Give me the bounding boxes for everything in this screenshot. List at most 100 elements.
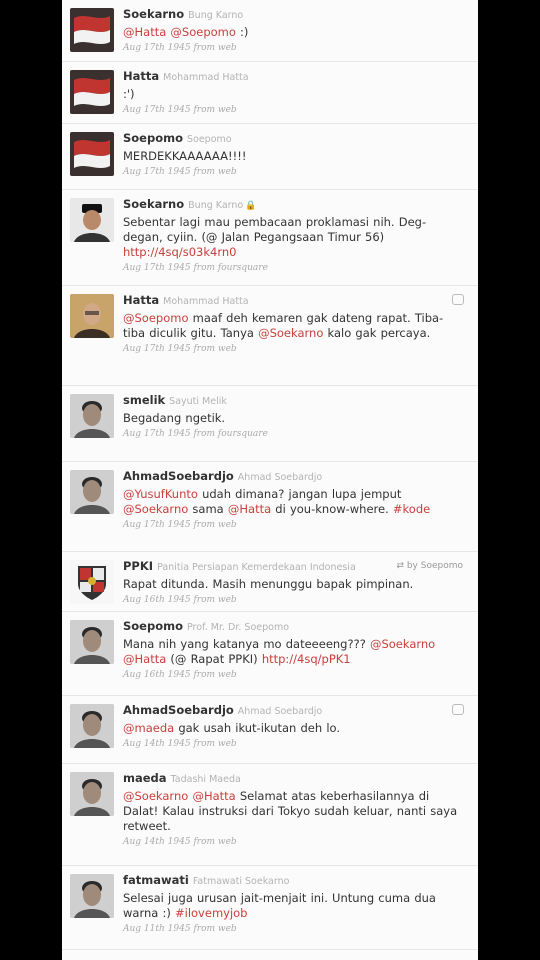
screen-name-link[interactable]: Soepomo: [123, 131, 183, 145]
tweet-item[interactable]: smelik Sayuti Melik Begadang ngetik. Aug 17…: [62, 386, 478, 462]
avatar[interactable]: [70, 294, 114, 338]
tweet-timestamp-link[interactable]: Aug 14th 1945: [123, 739, 191, 749]
tweet-timestamp-link[interactable]: Aug 17th 1945: [123, 43, 191, 53]
full-name: Fatmawati Soekarno: [192, 876, 290, 887]
mention-link[interactable]: @Soekarno: [123, 789, 188, 803]
screen-name-link[interactable]: Soekarno: [123, 197, 184, 211]
tweet-item[interactable]: Soepomo Prof. Mr. Dr. Soepomo Mana nih yan…: [62, 612, 478, 696]
screen-name-link[interactable]: AhmadSoebardjo: [123, 469, 234, 483]
source-link[interactable]: web: [218, 924, 237, 934]
avatar[interactable]: [70, 874, 114, 918]
reply-bubble-icon[interactable]: [452, 704, 464, 715]
tweet-text-segment: Begadang ngetik.: [123, 411, 226, 425]
source-link[interactable]: web: [218, 105, 237, 115]
tweet-meta: Aug 17th 1945 from web: [123, 342, 463, 356]
tweet-timestamp-link[interactable]: Aug 17th 1945: [123, 263, 191, 273]
screen-name-link[interactable]: maeda: [123, 771, 167, 785]
tweet-item[interactable]: Soekarno Bung Karno @Hatta @Soepomo :) Aug …: [62, 0, 478, 62]
avatar[interactable]: [70, 132, 114, 176]
tweet-header: Soekarno Bung Karno: [123, 6, 463, 24]
source-link[interactable]: web: [218, 837, 237, 847]
mention-link[interactable]: #ilovemyjob: [175, 906, 247, 920]
from-label: from: [193, 167, 216, 177]
source-link[interactable]: web: [218, 43, 237, 53]
tweet-item[interactable]: AhmadSoebardjo Ahmad Soebardjo @maeda gak …: [62, 696, 478, 764]
screen-name-link[interactable]: Soekarno: [123, 7, 184, 21]
mention-link[interactable]: @Hatta: [192, 789, 235, 803]
avatar[interactable]: [70, 772, 114, 816]
screen-name-link[interactable]: AhmadSoebardjo: [123, 703, 234, 717]
screen-name-link[interactable]: Hatta: [123, 293, 159, 307]
full-name: Bung Karno: [188, 10, 244, 21]
avatar[interactable]: [70, 620, 114, 664]
source-link[interactable]: web: [218, 670, 237, 680]
tweet-meta: Aug 14th 1945 from web: [123, 835, 463, 849]
tweet-timestamp-link[interactable]: Aug 14th 1945: [123, 837, 191, 847]
mention-link[interactable]: http://4sq/s03k4rn0: [123, 245, 236, 259]
from-label: from: [193, 595, 216, 605]
tweet-item[interactable]: fatmawati Fatmawati Soekarno Selesai juga …: [62, 866, 478, 950]
mention-link[interactable]: @Soekarno: [123, 502, 188, 516]
tweet-item[interactable]: maeda Tadashi Maeda @Soekarno @Hatta Selam…: [62, 764, 478, 866]
mention-link[interactable]: http://4sq/pPK1: [262, 652, 351, 666]
tweet-text: Begadang ngetik.: [123, 411, 463, 426]
mention-link[interactable]: @Hatta: [123, 652, 166, 666]
tweet-timestamp-link[interactable]: Aug 17th 1945: [123, 520, 191, 530]
source-link[interactable]: web: [218, 520, 237, 530]
tweet-timestamp-link[interactable]: Aug 17th 1945: [123, 344, 191, 354]
lock-icon: 🔒: [245, 201, 257, 211]
source-link[interactable]: web: [218, 739, 237, 749]
source-link[interactable]: web: [218, 344, 237, 354]
tweet-timestamp-link[interactable]: Aug 17th 1945: [123, 429, 191, 439]
avatar[interactable]: [70, 704, 114, 748]
screen-name-link[interactable]: fatmawati: [123, 873, 189, 887]
tweet-item[interactable]: AhmadSoebardjo Ahmad Soebardjo @YusufKunto…: [62, 462, 478, 552]
tweet-text-segment: di you-know-where.: [271, 502, 393, 516]
avatar[interactable]: [70, 8, 114, 52]
source-link[interactable]: foursquare: [218, 429, 268, 439]
screen-name-link[interactable]: PPKI: [123, 559, 153, 573]
mention-link[interactable]: @Soekarno: [258, 326, 323, 340]
source-link[interactable]: web: [218, 167, 237, 177]
tweet-timestamp-link[interactable]: Aug 17th 1945: [123, 167, 191, 177]
tweet-timestamp-link[interactable]: Aug 17th 1945: [123, 105, 191, 115]
tweet-body: Soekarno Bung Karno 🔒 Sebentar lagi mau pem…: [123, 196, 463, 275]
avatar[interactable]: [70, 560, 114, 604]
tweet-meta: Aug 16th 1945 from web: [123, 593, 463, 607]
tweet-timestamp-link[interactable]: Aug 16th 1945: [123, 670, 191, 680]
tweet-item[interactable]: Hatta Mohammad Hatta:') Aug 17th 1945 from…: [62, 62, 478, 124]
mention-link[interactable]: @Hatta @Soepomo: [123, 25, 236, 39]
tweet-item[interactable]: Soekarno Bung Karno 🔒 Sebentar lagi mau pem…: [62, 190, 478, 286]
tweet-timestamp-link[interactable]: Aug 16th 1945: [123, 595, 191, 605]
from-label: from: [193, 43, 216, 53]
mention-link[interactable]: @YusufKunto: [123, 487, 198, 501]
mention-link[interactable]: @Soepomo: [123, 311, 189, 325]
full-name: Ahmad Soebardjo: [237, 706, 323, 717]
tweet-body: Soepomo Soepomo MERDEKKAAAAAA!!!! Aug 17th …: [123, 130, 463, 179]
avatar[interactable]: [70, 394, 114, 438]
tweet-header: Soepomo Soepomo: [123, 130, 463, 148]
mention-link[interactable]: #kode: [393, 502, 430, 516]
screen-name-link[interactable]: Hatta: [123, 69, 159, 83]
tweet-header: PPKI Panitia Persiapan Kemerdekaan Indone…: [123, 558, 463, 576]
screen-name-link[interactable]: Soepomo: [123, 619, 183, 633]
avatar[interactable]: [70, 470, 114, 514]
mention-link[interactable]: @Hatta: [228, 502, 271, 516]
source-link[interactable]: foursquare: [218, 263, 268, 273]
tweet-item[interactable]: PPKI Panitia Persiapan Kemerdekaan Indone…: [62, 552, 478, 612]
source-link[interactable]: web: [218, 595, 237, 605]
tweet-header: Hatta Mohammad Hatta: [123, 68, 463, 86]
from-label: from: [193, 739, 216, 749]
reply-bubble-icon[interactable]: [452, 294, 464, 305]
mention-link[interactable]: @Soekarno: [370, 637, 435, 651]
tweet-item[interactable]: Soepomo Soepomo MERDEKKAAAAAA!!!! Aug 17th …: [62, 124, 478, 190]
screen-name-link[interactable]: smelik: [123, 393, 165, 407]
tweet-text-segment: (@ Rapat PPKI): [166, 652, 262, 666]
tweet-body: Soepomo Prof. Mr. Dr. Soepomo Mana nih yan…: [123, 618, 463, 682]
avatar[interactable]: [70, 70, 114, 114]
tweet-timestamp-link[interactable]: Aug 11th 1945: [123, 924, 191, 934]
mention-link[interactable]: @maeda: [123, 721, 174, 735]
tweet-item[interactable]: Hatta Mohammad Hatta @Soepomo maaf deh kem…: [62, 286, 478, 386]
tweet-text: :'): [123, 87, 463, 102]
avatar[interactable]: [70, 198, 114, 242]
